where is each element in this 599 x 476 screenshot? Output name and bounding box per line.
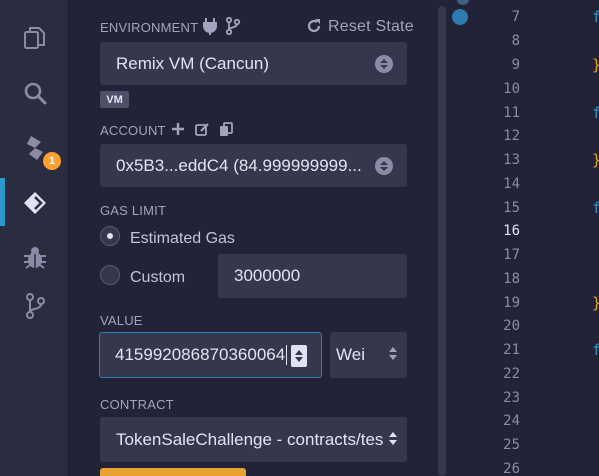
copy-icon[interactable] xyxy=(219,122,233,137)
contract-caret-icon xyxy=(389,432,397,445)
select-caret-icon xyxy=(375,156,393,175)
line-number: 15 xyxy=(503,200,520,216)
panel-scrollbar[interactable] xyxy=(438,6,446,476)
line-number: 14 xyxy=(503,176,520,192)
line-number: 17 xyxy=(503,247,520,263)
deploy-button[interactable] xyxy=(100,468,246,476)
icon-rail: 1 xyxy=(0,0,69,476)
deploy-run-icon[interactable] xyxy=(20,188,50,218)
estimated-gas-radio[interactable] xyxy=(100,226,120,246)
line-number: 24 xyxy=(503,413,520,429)
debugger-icon[interactable] xyxy=(20,243,50,273)
vm-badge: VM xyxy=(100,91,129,108)
line-number: 9 xyxy=(511,57,520,73)
code-fragment: f xyxy=(592,199,599,217)
value-input[interactable]: 415992086870360064 xyxy=(99,332,322,378)
line-number: 25 xyxy=(503,437,520,453)
reset-state-button[interactable]: Reset State xyxy=(328,18,414,36)
line-number: 11 xyxy=(503,105,520,121)
line-number-current: 16 xyxy=(503,223,520,239)
line-number: 20 xyxy=(503,318,520,334)
unit-select[interactable]: Wei xyxy=(330,332,407,378)
account-value: 0x5B3...eddC4 (84.999999999... xyxy=(116,155,362,175)
code-fragment: f xyxy=(592,104,599,122)
deploy-panel: ENVIRONMENT Reset State Remix VM (Cancun… xyxy=(70,0,434,476)
compiler-badge: 1 xyxy=(43,152,61,170)
number-spinner[interactable] xyxy=(291,345,307,367)
environment-label: ENVIRONMENT xyxy=(100,20,199,35)
code-fragment: } xyxy=(592,56,599,74)
line-number: 19 xyxy=(503,295,520,311)
line-number: 7 xyxy=(511,9,520,25)
line-number: 12 xyxy=(503,128,520,144)
code-fragment: f xyxy=(592,8,599,26)
contract-label: CONTRACT xyxy=(100,397,174,412)
line-number: 21 xyxy=(503,342,520,358)
estimated-gas-label: Estimated Gas xyxy=(130,230,235,247)
branch-icon[interactable] xyxy=(225,17,241,35)
reset-icon[interactable] xyxy=(306,18,322,34)
value-amount: 415992086870360064 xyxy=(115,345,286,364)
environment-value: Remix VM (Cancun) xyxy=(116,53,270,73)
gas-limit-label: GAS LIMIT xyxy=(100,203,167,218)
plug-icon[interactable] xyxy=(202,17,218,35)
code-fragment: f xyxy=(592,341,599,359)
line-number: 23 xyxy=(503,390,520,406)
active-indicator xyxy=(0,178,5,226)
environment-select[interactable]: Remix VM (Cancun) xyxy=(100,42,407,85)
line-number: 18 xyxy=(503,271,520,287)
unit-value: Wei xyxy=(336,345,365,364)
line-number: 13 xyxy=(503,152,520,168)
breakpoint-marker[interactable] xyxy=(452,9,468,25)
contract-select[interactable]: TokenSaleChallenge - contracts/tes xyxy=(100,417,407,462)
line-number: 22 xyxy=(503,366,520,382)
line-number: 10 xyxy=(503,81,520,97)
line-number: 26 xyxy=(503,461,520,476)
git-icon[interactable] xyxy=(20,291,50,321)
account-label: ACCOUNT xyxy=(100,123,166,138)
text-cursor xyxy=(286,345,288,365)
account-select[interactable]: 0x5B3...eddC4 (84.999999999... xyxy=(100,144,407,187)
custom-gas-radio[interactable] xyxy=(100,265,120,285)
contract-value: TokenSaleChallenge - contracts/tes xyxy=(116,429,384,449)
code-fragment: } xyxy=(592,294,599,312)
plus-icon[interactable] xyxy=(171,122,185,136)
gas-limit-value: 3000000 xyxy=(234,266,301,285)
gas-limit-input[interactable]: 3000000 xyxy=(218,254,407,298)
search-icon[interactable] xyxy=(20,78,50,108)
file-explorer-icon[interactable] xyxy=(20,23,50,53)
code-fragment: } xyxy=(592,151,599,169)
value-label: VALUE xyxy=(100,313,143,328)
edit-icon[interactable] xyxy=(195,122,210,137)
line-number: 8 xyxy=(511,33,520,49)
unit-caret-icon xyxy=(389,347,397,360)
select-caret-icon xyxy=(375,54,393,73)
custom-gas-label: Custom xyxy=(130,269,186,286)
